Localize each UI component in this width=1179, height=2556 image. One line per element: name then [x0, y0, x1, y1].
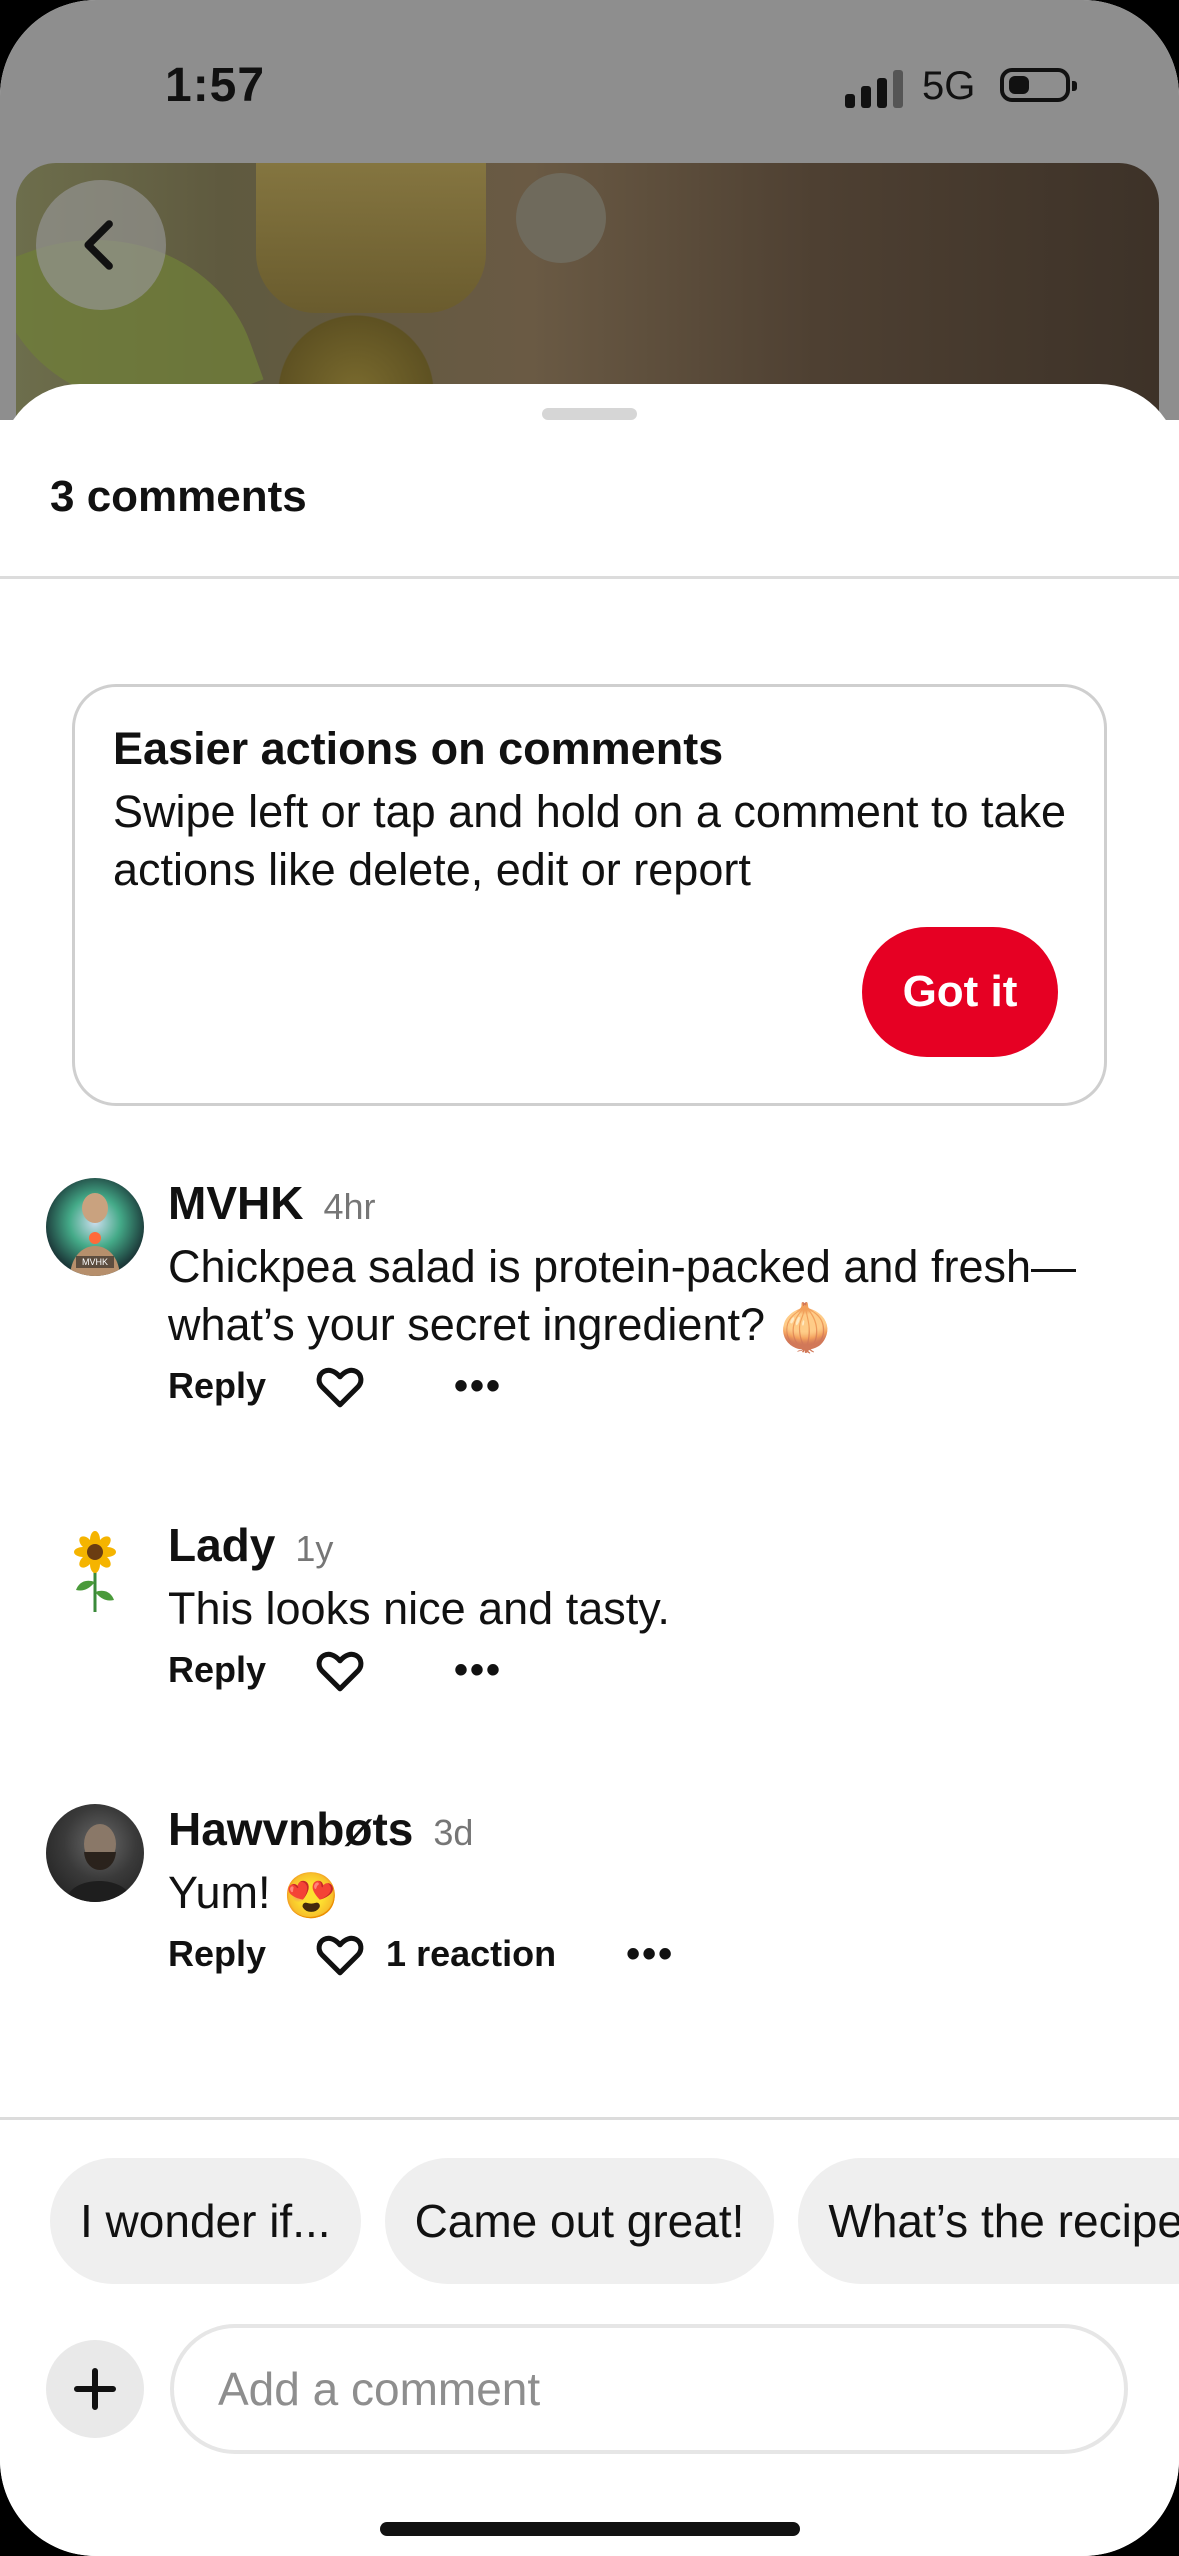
- avatar[interactable]: [46, 1804, 144, 1902]
- heart-icon[interactable]: [314, 1930, 366, 1978]
- reply-button[interactable]: Reply: [168, 1933, 266, 1975]
- back-button[interactable]: [36, 180, 166, 310]
- got-it-button[interactable]: Got it: [862, 927, 1058, 1057]
- cellular-signal-icon: [845, 68, 903, 108]
- more-options-icon[interactable]: •••: [626, 1932, 674, 1977]
- sheet-drag-handle[interactable]: [542, 408, 637, 420]
- add-comment-input[interactable]: [170, 2324, 1128, 2454]
- comment-author[interactable]: Hawvnbøts 3d: [168, 1802, 473, 1856]
- comment-actions: Reply •••: [168, 1356, 502, 1416]
- sunflower-avatar-image: [74, 1531, 116, 1612]
- author-name[interactable]: MVHK: [168, 1177, 303, 1229]
- onion-emoji: 🧅: [777, 1302, 834, 1354]
- comments-sheet: 3 comments Easier actions on comments Sw…: [0, 384, 1179, 2556]
- comment-author[interactable]: MVHK 4hr: [168, 1176, 375, 1230]
- comment-time: 1y: [295, 1528, 334, 1569]
- reaction-count[interactable]: 1 reaction: [386, 1933, 556, 1975]
- status-bar: 1:57 5G: [0, 0, 1179, 160]
- avatar-logo-text: MVHK: [82, 1257, 108, 1267]
- more-options-icon[interactable]: •••: [454, 1364, 502, 1409]
- suggestion-chips: I wonder if... Came out great! What’s the …: [50, 2158, 1179, 2288]
- author-name[interactable]: Hawvnbøts: [168, 1803, 413, 1855]
- suggestion-chip[interactable]: I wonder if...: [50, 2158, 361, 2284]
- add-attachment-button[interactable]: [46, 2340, 144, 2438]
- comment-body: Yum!: [168, 1867, 271, 1918]
- comment-author[interactable]: Lady 1y: [168, 1518, 333, 1572]
- chevron-left-icon: [84, 220, 113, 270]
- tip-card: Easier actions on comments Swipe left or…: [72, 684, 1107, 1106]
- comment-time: 4hr: [323, 1186, 376, 1227]
- heart-icon[interactable]: [314, 1362, 366, 1410]
- suggestion-chip[interactable]: What’s the recipe?: [798, 2158, 1179, 2284]
- battery-low-icon: [1000, 68, 1077, 102]
- comment-body: This looks nice and tasty.: [168, 1583, 670, 1634]
- reply-button[interactable]: Reply: [168, 1365, 266, 1407]
- network-type: 5G: [922, 64, 976, 108]
- avatar[interactable]: [46, 1520, 144, 1618]
- comments-screen: 1:57 5G 3 comments Easier actions on com…: [0, 0, 1179, 2556]
- comment-actions: Reply 1 reaction •••: [168, 1924, 674, 1984]
- heart-eyes-emoji: 😍: [283, 1870, 340, 1922]
- more-options-icon[interactable]: •••: [454, 1648, 502, 1693]
- divider: [0, 2117, 1179, 2120]
- heart-icon[interactable]: [314, 1646, 366, 1694]
- comment-text: Yum! 😍: [168, 1864, 1088, 1925]
- comment-text: This looks nice and tasty.: [168, 1580, 1088, 1638]
- tip-title: Easier actions on comments: [113, 723, 724, 774]
- suggestion-chip[interactable]: Came out great!: [384, 2158, 775, 2284]
- comment-time: 3d: [433, 1812, 474, 1853]
- divider: [0, 576, 1179, 579]
- reply-button[interactable]: Reply: [168, 1649, 266, 1691]
- avatar-image: [66, 1824, 132, 1902]
- comment-body: Chickpea salad is protein-packed and fre…: [168, 1241, 1076, 1350]
- home-indicator[interactable]: [380, 2522, 800, 2536]
- status-time: 1:57: [165, 59, 266, 112]
- avatar-image: MVHK: [70, 1193, 120, 1276]
- author-name[interactable]: Lady: [168, 1519, 275, 1571]
- comment-actions: Reply •••: [168, 1640, 502, 1700]
- comments-count-title: 3 comments: [50, 472, 307, 521]
- plus-icon: [74, 2368, 116, 2410]
- avatar[interactable]: MVHK: [46, 1178, 144, 1276]
- tip-body: Swipe left or tap and hold on a comment …: [113, 786, 1067, 895]
- comment-text: Chickpea salad is protein-packed and fre…: [168, 1238, 1088, 1357]
